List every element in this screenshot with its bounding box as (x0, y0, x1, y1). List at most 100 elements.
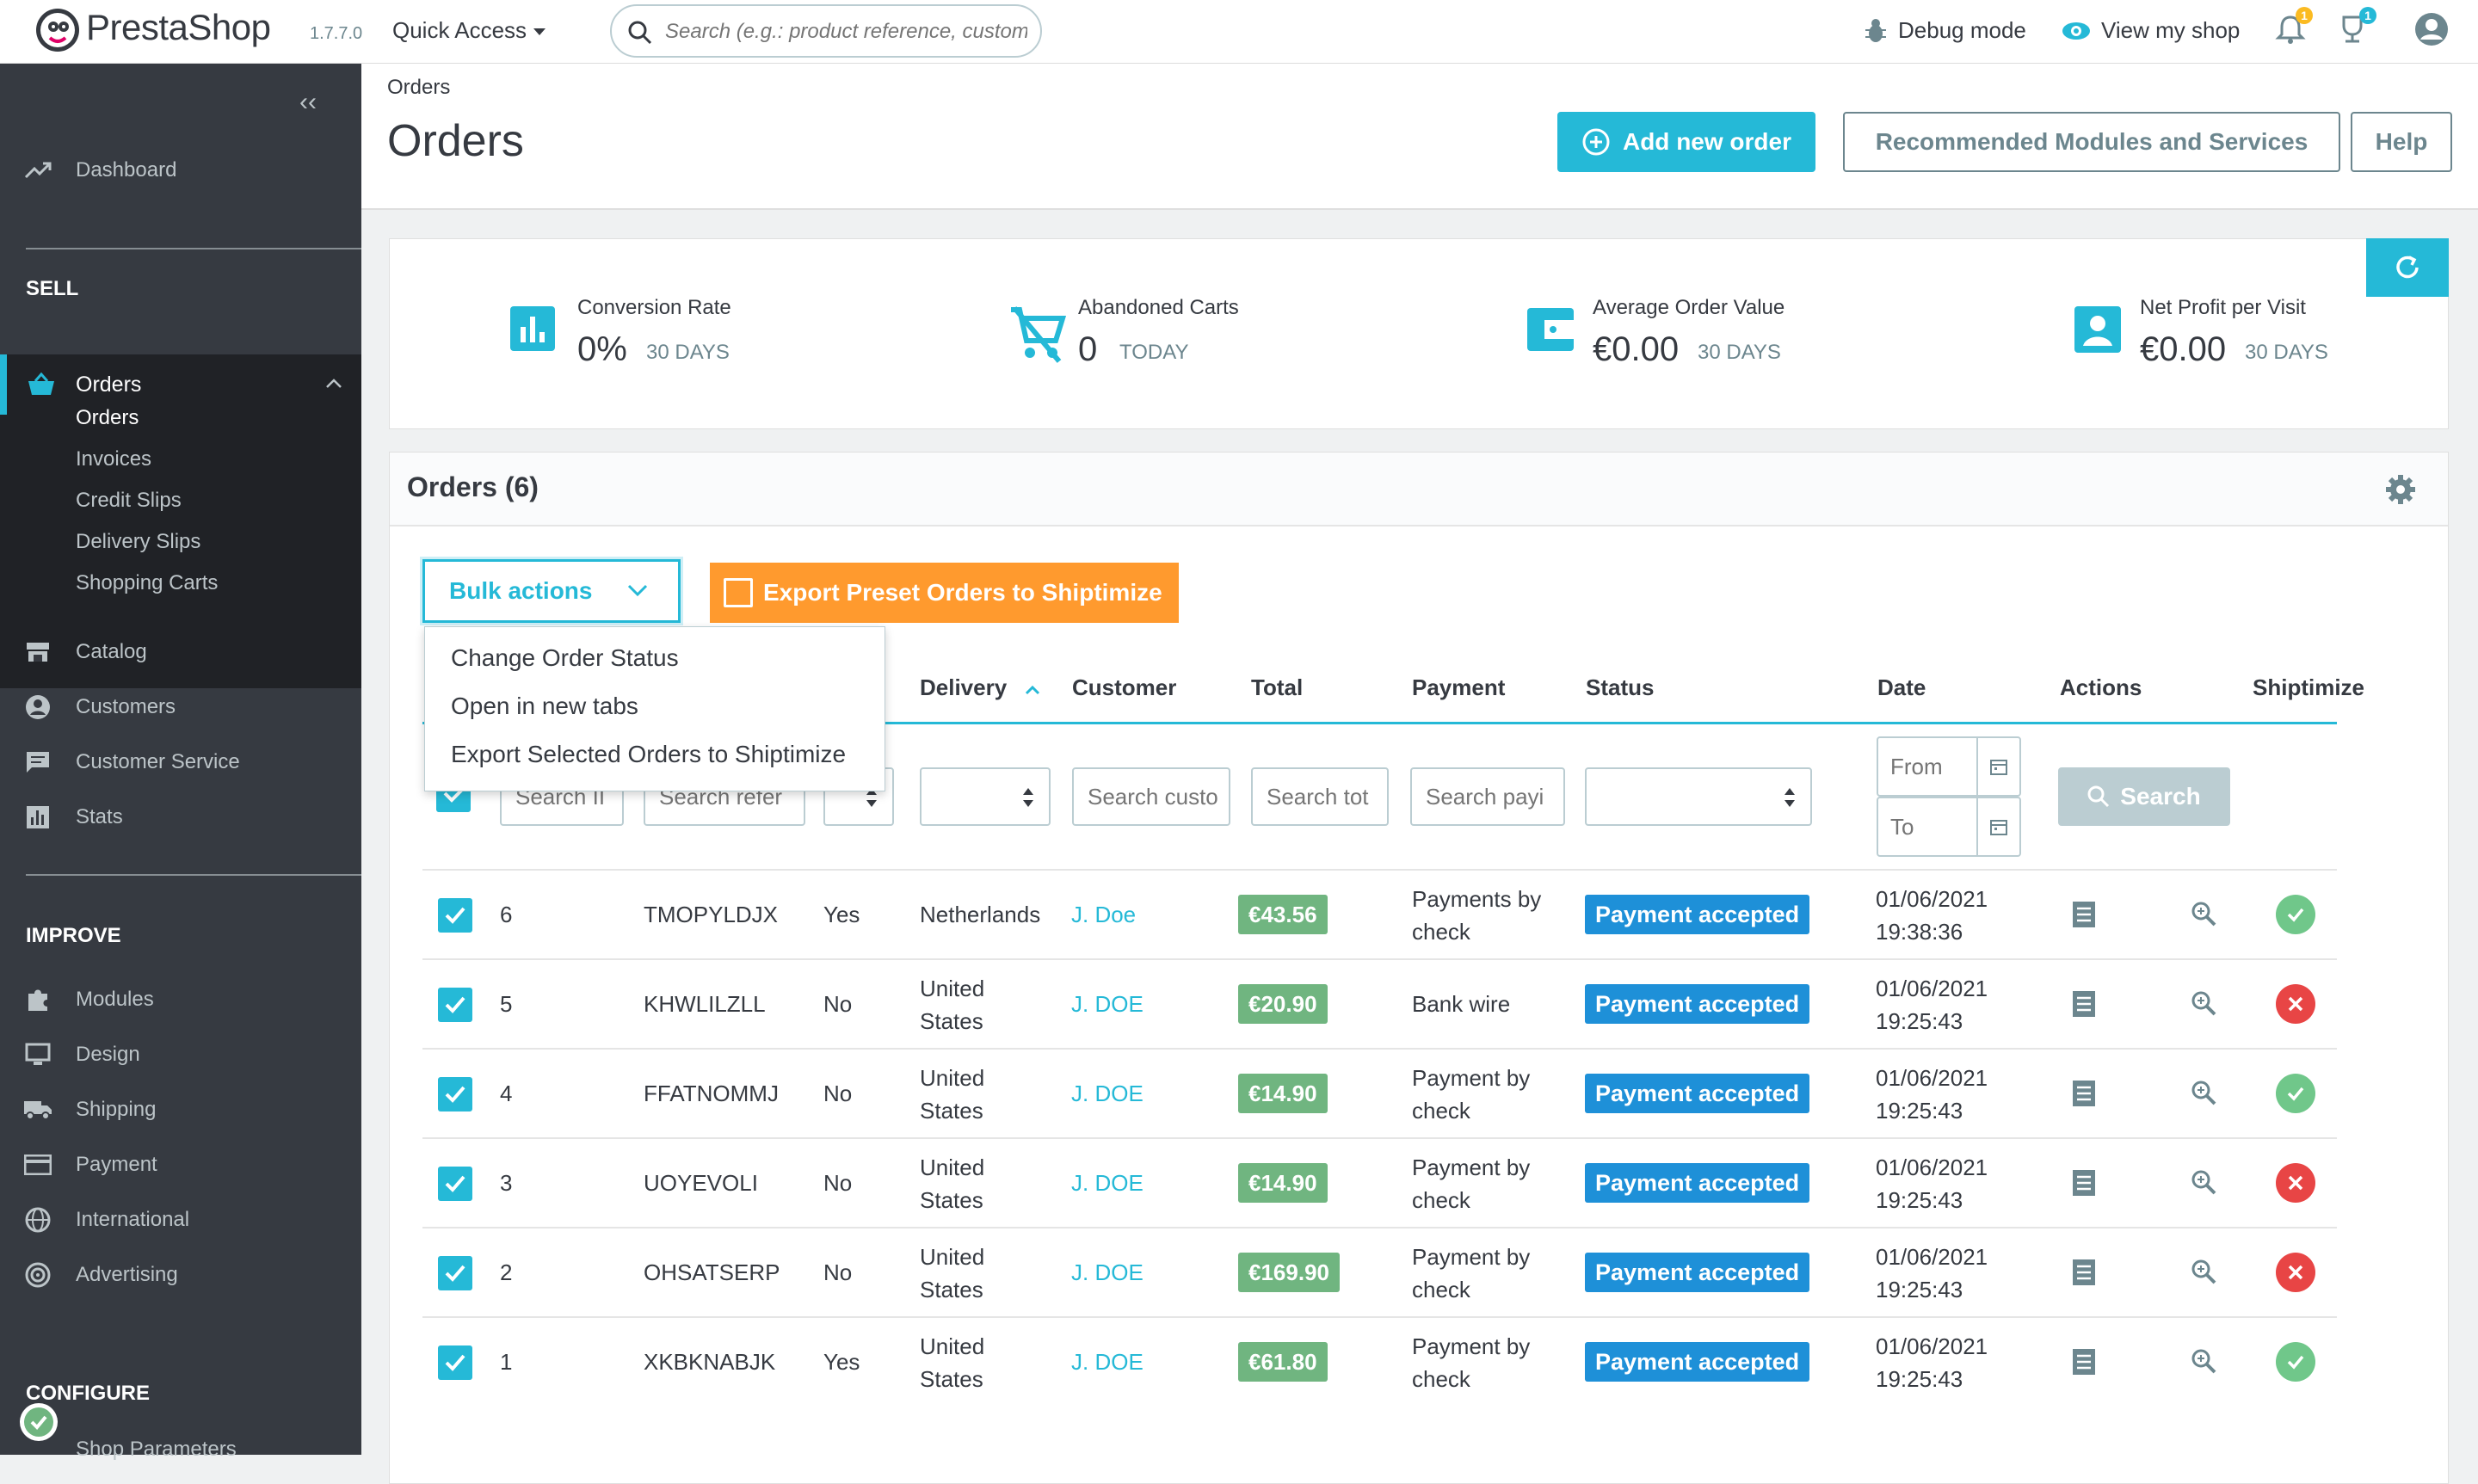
row-checkbox[interactable] (438, 988, 472, 1022)
sidebar-subitem-invoices[interactable]: Invoices (76, 447, 151, 471)
debug-mode-link[interactable]: Debug mode (1864, 17, 2026, 44)
quick-access-menu[interactable]: Quick Access (392, 17, 546, 44)
bulk-actions-button[interactable]: Bulk actions (422, 559, 681, 623)
order-status-badge[interactable]: Payment accepted (1585, 1342, 1810, 1382)
row-checkbox[interactable] (438, 1077, 472, 1111)
export-preset-orders-button[interactable]: Export Preset Orders to Shiptimize (710, 563, 1179, 623)
sidebar-item-advertising[interactable]: Advertising (0, 1251, 361, 1299)
recommended-modules-button[interactable]: Recommended Modules and Services (1843, 112, 2340, 172)
column-header-status[interactable]: Status (1586, 674, 1654, 701)
collapse-sidebar-icon[interactable]: ‹‹ (299, 88, 317, 117)
view-order-zoom-icon[interactable] (2190, 1079, 2217, 1111)
sidebar-item-design[interactable]: Design (0, 1031, 361, 1079)
column-header-date[interactable]: Date (1877, 674, 1926, 701)
filter-total-field[interactable] (1265, 782, 1387, 811)
order-status-badge[interactable]: Payment accepted (1585, 984, 1810, 1024)
sidebar-item-dashboard[interactable]: Dashboard (0, 146, 361, 194)
filter-delivery-select[interactable] (920, 767, 1051, 826)
sidebar-subitem-delivery-slips[interactable]: Delivery Slips (76, 530, 200, 554)
filter-date-to-field[interactable] (1878, 812, 1982, 841)
sidebar-item-stats[interactable]: Stats (0, 793, 361, 841)
breadcrumb[interactable]: Orders (387, 76, 450, 100)
refresh-kpi-button[interactable] (2366, 238, 2449, 297)
sidebar-item-shipping[interactable]: Shipping (0, 1086, 361, 1134)
app-name[interactable]: PrestaShop (86, 7, 271, 48)
sidebar-subitem-shopping-carts[interactable]: Shopping Carts (76, 571, 218, 595)
filter-date-from[interactable] (1877, 736, 2021, 797)
add-new-order-button[interactable]: Add new order (1557, 112, 1815, 172)
filter-date-to[interactable] (1877, 797, 2021, 857)
order-status-badge[interactable]: Payment accepted (1585, 1074, 1810, 1113)
sidebar-item-customer-service[interactable]: Customer Service (0, 738, 361, 786)
sidebar-item-modules[interactable]: Modules (0, 976, 361, 1024)
calendar-icon[interactable] (1976, 738, 2019, 795)
sidebar-item-international[interactable]: International (0, 1196, 361, 1244)
column-header-customer[interactable]: Customer (1072, 674, 1176, 701)
sidebar-item-catalog[interactable]: Catalog (0, 628, 361, 676)
order-customer-link[interactable]: J. DOE (1071, 1081, 1143, 1107)
menu-item-open-in-new-tabs[interactable]: Open in new tabs (451, 693, 638, 720)
filter-date-from-field[interactable] (1878, 752, 1982, 781)
sidebar-item-shop-parameters[interactable]: Shop Parameters (0, 1437, 361, 1462)
table-row[interactable]: 4 FFATNOMMJ No United States J. DOE €14.90 Paym… (422, 1048, 2337, 1137)
filter-status-select[interactable] (1585, 767, 1812, 826)
filter-total-input[interactable] (1251, 767, 1389, 826)
calendar-icon[interactable] (1976, 798, 2019, 855)
order-customer-link[interactable]: J. DOE (1071, 991, 1143, 1018)
sidebar-item-payment[interactable]: Payment (0, 1141, 361, 1189)
sidebar-item-customers[interactable]: Customers (0, 683, 361, 731)
invoice-icon[interactable] (2071, 1258, 2097, 1291)
view-shop-link[interactable]: View my shop (2062, 17, 2240, 44)
order-customer-link[interactable]: J. DOE (1071, 1349, 1143, 1376)
sidebar-item-orders[interactable]: Orders (0, 354, 361, 415)
column-header-payment[interactable]: Payment (1412, 674, 1505, 701)
invoice-icon[interactable] (2071, 1168, 2097, 1202)
view-order-zoom-icon[interactable] (2190, 989, 2217, 1021)
filter-customer-field[interactable] (1086, 782, 1229, 811)
invoice-icon[interactable] (2071, 1347, 2097, 1381)
global-search[interactable] (610, 4, 1042, 58)
table-row[interactable]: 5 KHWLILZLL No United States J. DOE €20.90 Bank… (422, 958, 2337, 1048)
prestashop-logo-icon[interactable] (34, 7, 81, 53)
filter-payment-input[interactable] (1410, 767, 1565, 826)
invoice-icon[interactable] (2071, 900, 2097, 933)
menu-item-change-order-status[interactable]: Change Order Status (451, 644, 679, 672)
sidebar-subitem-orders[interactable]: Orders (76, 406, 139, 430)
view-order-zoom-icon[interactable] (2190, 1347, 2217, 1379)
menu-item-export-to-shiptimize[interactable]: Export Selected Orders to Shiptimize (451, 741, 846, 768)
column-header-delivery[interactable]: Delivery (920, 674, 1040, 701)
order-customer-link[interactable]: J. Doe (1071, 902, 1136, 928)
shiptimize-success-icon[interactable] (2276, 1074, 2315, 1113)
order-customer-link[interactable]: J. DOE (1071, 1259, 1143, 1286)
invoice-icon[interactable] (2071, 1079, 2097, 1112)
shiptimize-error-icon[interactable] (2276, 984, 2315, 1024)
row-checkbox[interactable] (438, 1167, 472, 1201)
filter-customer-input[interactable] (1072, 767, 1230, 826)
table-row[interactable]: 3 UOYEVOLI No United States J. DOE €14.90 Payme… (422, 1137, 2337, 1227)
order-status-badge[interactable]: Payment accepted (1585, 1163, 1810, 1203)
row-checkbox[interactable] (438, 1256, 472, 1290)
shiptimize-error-icon[interactable] (2276, 1253, 2315, 1292)
filter-search-button[interactable]: Search (2058, 767, 2230, 826)
gear-icon[interactable] (2384, 473, 2417, 506)
filter-payment-field[interactable] (1424, 782, 1563, 811)
sidebar-subitem-credit-slips[interactable]: Credit Slips (76, 489, 182, 513)
table-row[interactable]: 2 OHSATSERP No United States J. DOE €169.90 Pay… (422, 1227, 2337, 1316)
invoice-icon[interactable] (2071, 989, 2097, 1023)
column-header-total[interactable]: Total (1251, 674, 1303, 701)
shiptimize-error-icon[interactable] (2276, 1163, 2315, 1203)
help-button[interactable]: Help (2351, 112, 2452, 172)
order-customer-link[interactable]: J. DOE (1071, 1170, 1143, 1197)
view-order-zoom-icon[interactable] (2190, 900, 2217, 932)
shiptimize-success-icon[interactable] (2276, 1342, 2315, 1382)
row-checkbox[interactable] (438, 898, 472, 933)
order-status-badge[interactable]: Payment accepted (1585, 895, 1810, 934)
view-order-zoom-icon[interactable] (2190, 1168, 2217, 1200)
user-avatar-icon[interactable] (2414, 12, 2449, 46)
table-row[interactable]: 6 TMOPYLDJX Yes Netherlands J. Doe €43.56 Paym… (422, 869, 2337, 958)
table-row[interactable]: 1 XKBKNABJK Yes United States J. DOE €61.80 Pay… (422, 1316, 2337, 1406)
order-status-badge[interactable]: Payment accepted (1585, 1253, 1810, 1292)
view-order-zoom-icon[interactable] (2190, 1258, 2217, 1290)
row-checkbox[interactable] (438, 1345, 472, 1380)
shiptimize-success-icon[interactable] (2276, 895, 2315, 934)
